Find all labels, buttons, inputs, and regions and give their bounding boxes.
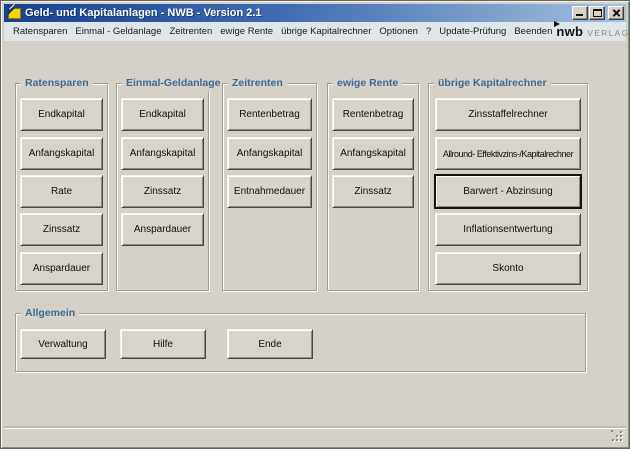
minimize-button[interactable] [572,6,588,20]
group-label-allgemein: Allgemein [21,306,79,321]
maximize-button[interactable] [589,6,605,20]
group-ratensparen: Ratensparen Endkapital Anfangskapital Ra… [15,83,108,291]
ewige-rente-rentenbetrag-button[interactable]: Rentenbetrag [332,98,414,131]
ratensparen-rate-button[interactable]: Rate [20,175,103,208]
close-button[interactable] [608,6,624,20]
zeitrenten-anfangskapital-button[interactable]: Anfangskapital [227,137,312,170]
menu-help[interactable]: ? [422,24,435,39]
menubar: Ratensparen Einmal - Geldanlage Zeitrent… [4,22,626,41]
group-label-einmal-geldanlage: Einmal-Geldanlage [122,76,225,91]
titlebar: Geld- und Kapitalanlagen - NWB - Version… [4,4,626,22]
zeitrenten-entnahmedauer-button[interactable]: Entnahmedauer [227,175,312,208]
nwb-verlag-logo: nwb VERLAG [556,24,630,41]
maximize-icon [593,9,602,17]
menu-einmal-geldanlage[interactable]: Einmal - Geldanlage [71,24,165,39]
einmal-anfangskapital-button[interactable]: Anfangskapital [121,137,204,170]
zinsstaffelrechner-button[interactable]: Zinsstaffelrechner [435,98,581,131]
group-einmal-geldanlage: Einmal-Geldanlage Endkapital Anfangskapi… [116,83,209,291]
nwb-arrow-icon [554,21,560,27]
ende-button[interactable]: Ende [227,329,313,359]
group-label-ewige-rente: ewige Rente [333,76,402,91]
ratensparen-anfangskapital-button[interactable]: Anfangskapital [20,137,103,170]
zeitrenten-rentenbetrag-button[interactable]: Rentenbetrag [227,98,312,131]
group-zeitrenten: Zeitrenten Rentenbetrag Anfangskapital E… [222,83,317,291]
window-controls [572,6,624,20]
ewige-rente-zinssatz-button[interactable]: Zinssatz [332,175,414,208]
ratensparen-zinssatz-button[interactable]: Zinssatz [20,213,103,246]
group-ewige-rente: ewige Rente Rentenbetrag Anfangskapital … [327,83,419,291]
group-allgemein: Allgemein Verwaltung Hilfe Ende [15,313,586,372]
ratensparen-anspardauer-button[interactable]: Anspardauer [20,252,103,285]
inflationsentwertung-button[interactable]: Inflationsentwertung [435,213,581,246]
menu-ewige-rente[interactable]: ewige Rente [216,24,277,39]
einmal-endkapital-button[interactable]: Endkapital [121,98,204,131]
group-label-ratensparen: Ratensparen [21,76,93,91]
group-label-uebrige-kapitalrechner: übrige Kapitalrechner [434,76,551,91]
barwert-abzinsung-button[interactable]: Barwert - Abzinsung [435,175,581,208]
group-label-zeitrenten: Zeitrenten [228,76,287,91]
group-uebrige-kapitalrechner: übrige Kapitalrechner Zinsstaffelrechner… [428,83,588,291]
skonto-button[interactable]: Skonto [435,252,581,285]
nwb-logo-text: nwb [556,24,583,39]
ewige-rente-anfangskapital-button[interactable]: Anfangskapital [332,137,414,170]
menu-ratensparen[interactable]: Ratensparen [9,24,71,39]
menu-optionen[interactable]: Optionen [375,24,422,39]
resize-grip[interactable] [611,430,624,443]
einmal-anspardauer-button[interactable]: Anspardauer [121,213,204,246]
verwaltung-button[interactable]: Verwaltung [20,329,106,359]
menu-zeitrenten[interactable]: Zeitrenten [165,24,216,39]
ratensparen-endkapital-button[interactable]: Endkapital [20,98,103,131]
verlag-logo-text: VERLAG [587,28,629,38]
window-title: Geld- und Kapitalanlagen - NWB - Version… [25,7,262,19]
menu-uebrige-kapitalrechner[interactable]: übrige Kapitalrechner [277,24,375,39]
einmal-zinssatz-button[interactable]: Zinssatz [121,175,204,208]
statusbar [4,428,626,445]
allround-effektivzins-kapitalrechner-button[interactable]: Allround- Effektivzins-/Kapitalrechner [435,137,581,170]
hilfe-button[interactable]: Hilfe [120,329,206,359]
app-icon[interactable] [8,8,21,19]
minimize-icon [576,14,583,16]
menu-update-pruefung[interactable]: Update-Prüfung [435,24,510,39]
app-window: Geld- und Kapitalanlagen - NWB - Version… [0,0,630,449]
menu-beenden[interactable]: Beenden [510,24,556,39]
